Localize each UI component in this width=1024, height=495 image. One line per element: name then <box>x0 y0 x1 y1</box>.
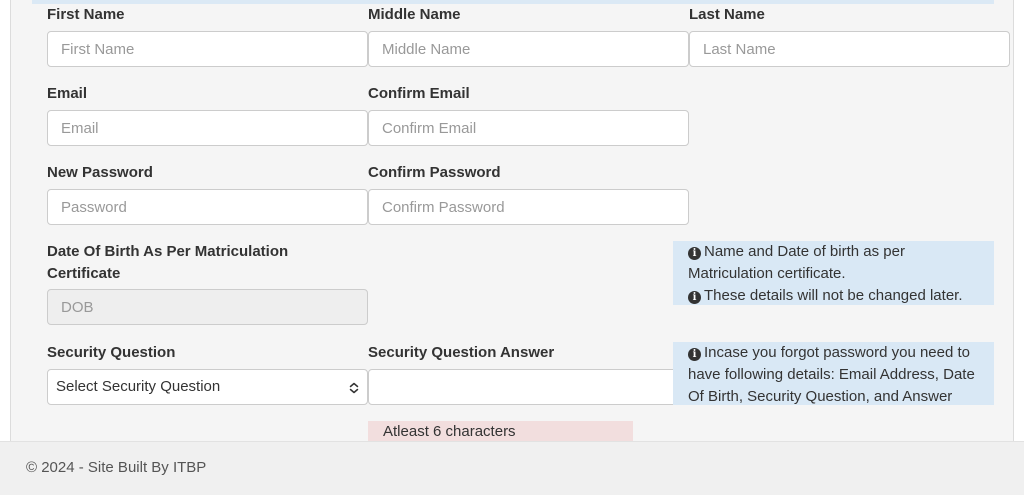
security-answer-input[interactable] <box>368 369 678 405</box>
chevron-updown-icon <box>349 370 359 404</box>
footer-text: © 2024 - Site Built By ITBP <box>26 459 207 476</box>
info-circle-icon: i <box>688 348 701 361</box>
dob-note-line1: Name and Date of birth as per <box>704 243 905 260</box>
footer: © 2024 - Site Built By ITBP <box>0 441 1024 495</box>
first-name-input[interactable] <box>47 31 368 67</box>
dob-info-note: i Name and Date of birth as per Matricula… <box>673 241 994 305</box>
dob-note-line3: These details will not be changed later. <box>704 287 963 304</box>
last-name-input[interactable] <box>689 31 1010 67</box>
dob-label-line1: Date Of Birth As Per Matriculation <box>47 243 289 260</box>
top-alert-strip <box>32 0 994 4</box>
security-answer-error: Atleast 6 characters <box>368 421 633 441</box>
email-input[interactable] <box>47 110 368 146</box>
dob-note-line2: Matriculation certificate. <box>688 265 846 282</box>
confirm-password-input[interactable] <box>368 189 689 225</box>
confirm-password-label: Confirm Password <box>368 164 501 181</box>
email-label: Email <box>47 85 88 102</box>
confirm-email-label: Confirm Email <box>368 85 470 102</box>
middle-name-input[interactable] <box>368 31 689 67</box>
info-circle-icon: i <box>688 291 701 304</box>
info-circle-icon: i <box>688 247 701 260</box>
confirm-email-input[interactable] <box>368 110 689 146</box>
security-note-line3: Of Birth, Security Question, and Answer <box>688 388 953 405</box>
security-question-selected: Select Security Question <box>56 378 221 395</box>
security-note-line1: Incase you forgot password you need to <box>704 344 971 361</box>
security-note-line2: have following details: Email Address, D… <box>688 366 975 383</box>
security-info-note: i Incase you forgot password you need to … <box>673 342 994 405</box>
security-answer-label: Security Question Answer <box>368 344 555 361</box>
new-password-label: New Password <box>47 164 153 181</box>
dob-label: Date Of Birth As Per Matriculation Certi… <box>47 241 288 285</box>
middle-name-label: Middle Name <box>368 6 461 23</box>
security-question-select[interactable]: Select Security Question <box>47 369 368 405</box>
new-password-input[interactable] <box>47 189 368 225</box>
dob-label-line2: Certificate <box>47 265 121 282</box>
security-question-label: Security Question <box>47 344 176 361</box>
first-name-label: First Name <box>47 6 125 23</box>
last-name-label: Last Name <box>689 6 765 23</box>
dob-input[interactable] <box>47 289 368 325</box>
